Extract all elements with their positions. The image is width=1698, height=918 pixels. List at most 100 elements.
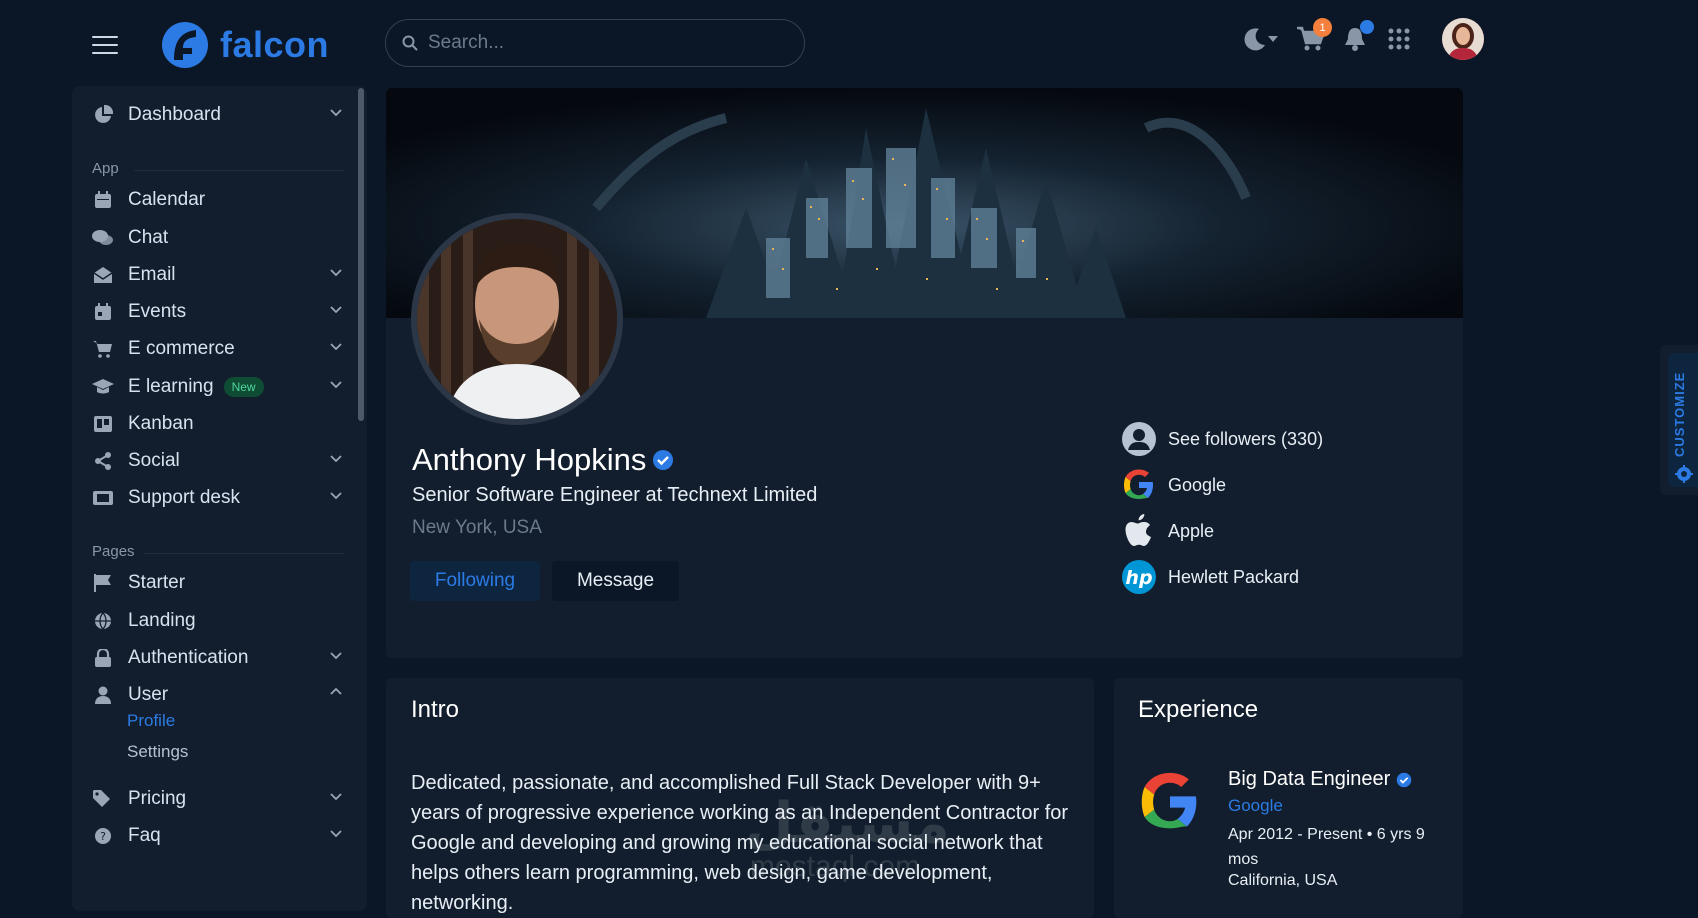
topbar-icons: 1 (1238, 18, 1484, 60)
sidebar-item-label: Kanban (128, 413, 194, 434)
apps-grid-icon (1388, 28, 1410, 50)
divider (134, 170, 344, 171)
gear-icon (1675, 465, 1693, 483)
cart-badge: 1 (1313, 18, 1332, 37)
sidebar-item-label: Authentication (128, 647, 249, 668)
message-button[interactable]: Message (552, 561, 679, 601)
sidebar-item-faq[interactable]: ? Faq (92, 819, 342, 853)
chevron-up-icon (330, 687, 342, 695)
sidebar-item-chat[interactable]: Chat (92, 221, 342, 255)
chevron-down-icon (330, 492, 342, 500)
sidebar-item-events[interactable]: Events (92, 295, 342, 329)
hp-label: Hewlett Packard (1168, 566, 1300, 587)
sidebar-item-email[interactable]: Email (92, 258, 342, 292)
sidebar-item-social[interactable]: Social (92, 444, 342, 478)
notifications-button[interactable] (1340, 20, 1374, 54)
sidebar-item-label: User (128, 684, 169, 705)
section-label-pages: Pages (92, 543, 135, 560)
followers-label: See followers (330) (1168, 428, 1324, 449)
sidebar-item-ecommerce[interactable]: E commerce (92, 332, 342, 366)
intro-heading: Intro (411, 696, 460, 723)
apple-icon (1120, 512, 1158, 550)
sidebar-item-label: Faq (128, 825, 161, 846)
brand-logo[interactable]: falcon (160, 20, 329, 70)
sidebar-item-label: Email (128, 264, 176, 285)
svg-text:?: ? (100, 830, 106, 843)
chat-icon (92, 227, 114, 249)
apps-button[interactable] (1384, 24, 1414, 54)
following-button[interactable]: Following (410, 561, 540, 601)
sidebar-item-dashboard[interactable]: Dashboard (92, 98, 342, 132)
search-icon (402, 35, 418, 51)
sidebar-item-label: Events (128, 301, 187, 322)
chevron-down-icon (1268, 36, 1278, 42)
google-logo-icon (1141, 772, 1197, 829)
chevron-down-icon (330, 793, 342, 801)
chevron-down-icon (330, 652, 342, 660)
kanban-icon (92, 413, 114, 435)
experience-location: California, USA (1228, 872, 1338, 889)
user-icon (92, 684, 114, 706)
google-icon (1120, 466, 1158, 504)
customize-label: CUSTOMIZE (1672, 371, 1687, 457)
svg-text:hp: hp (1125, 567, 1152, 589)
chevron-down-icon (330, 343, 342, 351)
search-input[interactable] (426, 31, 786, 55)
sidebar-item-starter[interactable]: Starter (92, 566, 342, 600)
profile-avatar[interactable] (411, 213, 623, 425)
falcon-logo-icon (162, 22, 208, 68)
notification-dot (1360, 20, 1374, 34)
sidebar-item-label: Dashboard (128, 104, 221, 125)
cart-button[interactable]: 1 (1296, 18, 1332, 54)
graduation-cap-icon (92, 376, 114, 398)
envelope-open-icon (92, 264, 114, 286)
user-avatar[interactable] (1442, 18, 1484, 60)
sidebar-item-kanban[interactable]: Kanban (92, 407, 342, 441)
watermark-url: mostaql.com (750, 850, 921, 883)
intro-card: Intro Dedicated, passionate, and accompl… (386, 678, 1094, 918)
sidebar-item-label: E learning (128, 376, 214, 397)
chevron-down-icon (330, 306, 342, 314)
section-label-app: App (92, 160, 119, 177)
sidebar-scrollbar[interactable] (358, 88, 364, 421)
sidebar-item-label: E commerce (128, 338, 235, 359)
user-circle-icon (1120, 420, 1158, 458)
verified-badge-icon (653, 450, 674, 470)
apple-link[interactable]: Apple (1120, 512, 1214, 550)
chevron-down-icon (330, 109, 342, 117)
experience-company-link[interactable]: Google (1228, 796, 1283, 816)
sidebar-subitem-settings[interactable]: Settings (127, 742, 188, 762)
sidebar: Dashboard App Calendar Chat Email Events… (72, 86, 367, 911)
sidebar-item-support-desk[interactable]: Support desk (92, 481, 342, 515)
customize-tab[interactable]: CUSTOMIZE (1660, 345, 1698, 495)
sidebar-item-authentication[interactable]: Authentication (92, 641, 342, 675)
profile-name: Anthony Hopkins (412, 442, 647, 477)
watermark: مستقل (745, 791, 950, 854)
sidebar-item-user[interactable]: User (92, 678, 342, 712)
sidebar-item-elearning[interactable]: E learning New (92, 370, 342, 404)
hp-link[interactable]: hp Hewlett Packard (1120, 558, 1299, 596)
google-link[interactable]: Google (1120, 466, 1226, 504)
theme-toggle[interactable] (1238, 24, 1282, 54)
sidebar-subitem-profile[interactable]: Profile (127, 711, 175, 731)
hamburger-menu-icon[interactable] (92, 36, 118, 54)
sidebar-item-label: Landing (128, 610, 196, 631)
share-icon (92, 450, 114, 472)
divider (144, 553, 344, 554)
cart-icon (92, 338, 114, 360)
sidebar-item-calendar[interactable]: Calendar (92, 183, 342, 217)
followers-link[interactable]: See followers (330) (1120, 420, 1323, 458)
experience-card: Experience Big Data Engineer Google Apr … (1114, 678, 1463, 918)
search-box[interactable] (385, 19, 805, 67)
globe-icon (92, 610, 114, 632)
new-badge: New (223, 377, 264, 397)
tags-icon (92, 788, 114, 810)
customize-tab-inner: CUSTOMIZE (1668, 353, 1698, 487)
experience-role: Big Data Engineer (1228, 768, 1391, 790)
brand-name: falcon (220, 24, 330, 65)
intro-text: Dedicated, passionate, and accomplished … (411, 772, 1069, 914)
experience-heading: Experience (1138, 696, 1259, 723)
sidebar-item-landing[interactable]: Landing (92, 604, 342, 638)
experience-role-row: Big Data Engineer (1228, 768, 1412, 791)
sidebar-item-pricing[interactable]: Pricing (92, 782, 342, 816)
